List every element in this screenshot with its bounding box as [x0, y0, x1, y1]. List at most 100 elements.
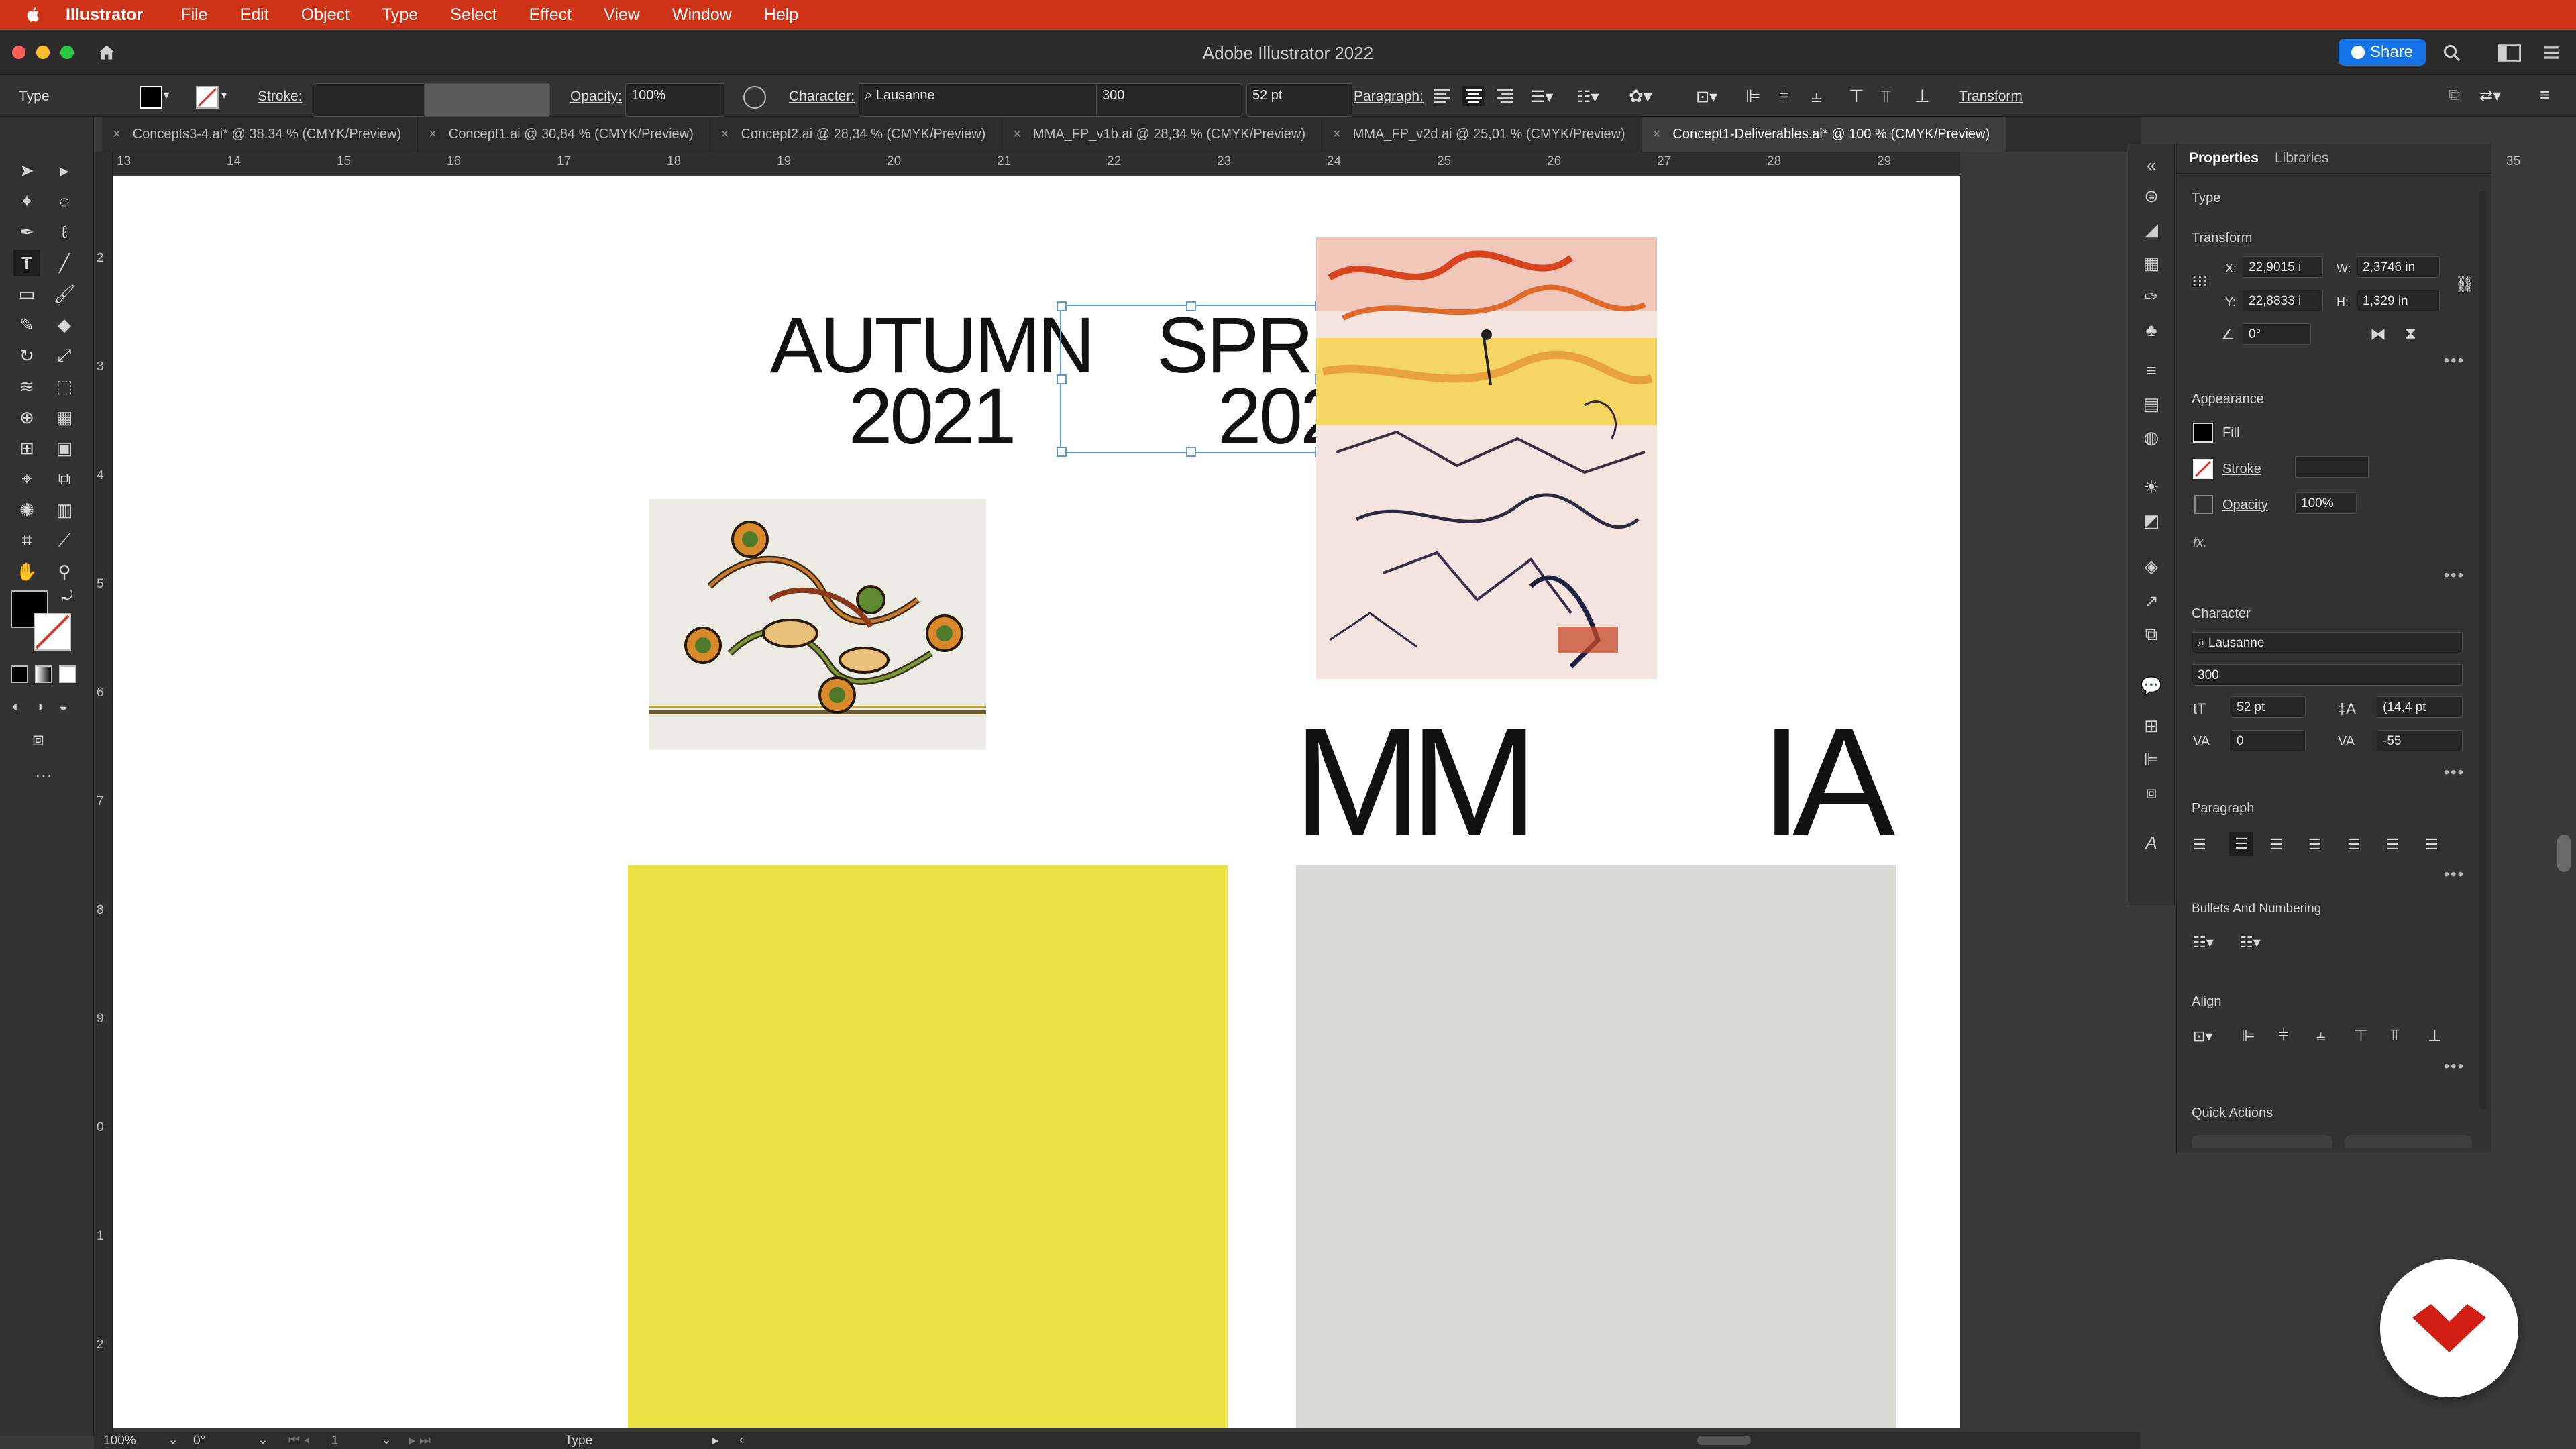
align-center-icon[interactable]	[1462, 86, 1485, 106]
rotation-dropdown-icon[interactable]: ⌄	[258, 1432, 268, 1448]
tab-libraries[interactable]: Libraries	[2275, 150, 2329, 166]
reference-point-icon[interactable]: ⁝⁝⁝	[2192, 271, 2208, 292]
align-left-edges-icon[interactable]: ⊫	[2241, 1026, 2255, 1046]
arrange-icon[interactable]: ⇄▾	[2479, 86, 2501, 105]
paragraph-more-icon[interactable]: •••	[2444, 865, 2465, 884]
recolor-icon[interactable]	[743, 86, 766, 109]
align-horizontal-centers-icon[interactable]: ⫩	[2279, 1026, 2288, 1045]
blend-tool-icon[interactable]: ⧉	[51, 466, 78, 492]
control-paragraph-label[interactable]: Paragraph:	[1354, 89, 1424, 105]
justify-all-icon[interactable]: ☰	[2425, 836, 2438, 853]
eraser-tool-icon[interactable]: ◆	[51, 311, 78, 338]
gradient-panel-icon[interactable]: ▤	[2139, 392, 2163, 416]
brushes-panel-icon[interactable]: ◢	[2139, 217, 2163, 241]
comments-panel-icon[interactable]: 💬	[2139, 674, 2163, 698]
menu-view[interactable]: View	[604, 5, 640, 25]
control-stroke-label[interactable]: Stroke:	[258, 89, 303, 105]
properties-scrollbar[interactable]	[2479, 191, 2486, 1110]
bullets-list-icon[interactable]: ☷▾	[2193, 934, 2214, 951]
zoom-tool-icon[interactable]: ⚲	[51, 558, 78, 585]
opacity-label[interactable]: Opacity	[2222, 498, 2268, 513]
font-family-field[interactable]: ⌕ Lausanne	[859, 83, 1099, 117]
character-font-weight-field[interactable]: 300	[2192, 664, 2463, 686]
selection-handle[interactable]	[1057, 374, 1067, 384]
layers-panel-icon[interactable]: ◈	[2139, 554, 2163, 578]
direct-selection-tool-icon[interactable]: ▸	[51, 157, 78, 184]
tab-properties[interactable]: Properties	[2189, 150, 2259, 166]
vertical-scrollbar-thumb[interactable]	[2557, 835, 2571, 872]
graphic-styles-panel-icon[interactable]: ◩	[2139, 508, 2163, 533]
gradient-tool-icon[interactable]: ▣	[51, 435, 78, 462]
column-graph-tool-icon[interactable]: ▥	[51, 496, 78, 523]
selection-handle[interactable]	[1057, 301, 1067, 311]
opacity-field[interactable]: 100%	[625, 83, 724, 117]
stroke-color-swatch[interactable]	[34, 613, 71, 651]
selection-handle[interactable]	[1057, 447, 1067, 457]
isolate-icon[interactable]: ⧉	[2449, 86, 2460, 105]
gray-color-block[interactable]	[1296, 865, 1896, 1428]
quick-action-button[interactable]	[2345, 1135, 2472, 1148]
constrain-proportions-icon[interactable]: ⛓	[2455, 275, 2475, 294]
line-tool-icon[interactable]: ╱	[51, 250, 78, 276]
swap-colors-icon[interactable]: ⤾	[62, 589, 73, 604]
control-opacity-label[interactable]: Opacity:	[570, 89, 622, 105]
menu-help[interactable]: Help	[764, 5, 798, 25]
menu-window[interactable]: Window	[672, 5, 732, 25]
align-to-selection-icon[interactable]: ⊡▾	[2193, 1028, 2212, 1045]
align-panel-icon[interactable]: ⊫	[2139, 747, 2163, 771]
status-menu-icon[interactable]: ▸	[712, 1433, 719, 1448]
free-transform-tool-icon[interactable]: ⬚	[51, 373, 78, 400]
align-objects-top-icon[interactable]: ⊤	[1849, 86, 1864, 107]
artboard-tool-icon[interactable]: ⌗	[13, 527, 40, 554]
rotate-angle-field[interactable]: 0°	[2243, 323, 2311, 345]
font-weight-field[interactable]: 300	[1096, 83, 1242, 117]
magic-wand-tool-icon[interactable]: ✦	[13, 188, 40, 215]
menu-object[interactable]: Object	[301, 5, 350, 25]
color-mode-icon[interactable]	[11, 665, 28, 683]
stroke-panel-icon[interactable]: ⊜	[2139, 184, 2163, 208]
variable-width-profile[interactable]	[424, 83, 550, 117]
shaper-tool-icon[interactable]: ✎	[13, 311, 40, 338]
rectangle-tool-icon[interactable]: ▭	[13, 280, 40, 307]
document-tab[interactable]: × Concept2.ai @ 28,34 % (CMYK/Preview)	[710, 117, 1003, 152]
character-styles-panel-icon[interactable]: A	[2139, 830, 2163, 855]
perspective-grid-tool-icon[interactable]: ▦	[51, 404, 78, 431]
artwork-image-drawing[interactable]	[1316, 237, 1657, 679]
document-tab[interactable]: × MMA_FP_v2d.ai @ 25,01 % (CMYK/Preview)	[1322, 117, 1642, 152]
justify-right-icon[interactable]: ☰	[2386, 836, 2400, 853]
artboard-nav-next-last-icon[interactable]: ▸ ⏭	[409, 1433, 431, 1448]
app-name[interactable]: Illustrator	[66, 5, 143, 25]
panel-options-icon[interactable]	[2542, 44, 2560, 62]
flip-vertical-icon[interactable]: ⧗	[2405, 325, 2416, 343]
eyedropper-tool-icon[interactable]: ⌖	[13, 466, 40, 492]
control-menu-icon[interactable]: ≡	[2540, 85, 2550, 105]
x-field[interactable]: 22,9015 i	[2243, 256, 2323, 278]
logo-text-mm[interactable]: MM	[1293, 705, 1662, 859]
paragraph-align-center-icon[interactable]: ☰	[2229, 832, 2253, 856]
paragraph-align-right-icon[interactable]: ☰	[2269, 836, 2283, 853]
zoom-level[interactable]: 100%	[103, 1434, 136, 1448]
none-mode-icon[interactable]	[59, 665, 76, 683]
close-tab-icon[interactable]: ×	[113, 127, 121, 142]
zoom-dropdown-icon[interactable]: ⌄	[168, 1432, 178, 1448]
tracking-field[interactable]: -55	[2377, 730, 2463, 751]
gradient-mode-icon[interactable]	[35, 665, 52, 683]
y-field[interactable]: 22,8833 i	[2243, 290, 2323, 311]
flip-horizontal-icon[interactable]: ⧓	[2370, 325, 2386, 344]
selection-handle[interactable]	[1186, 301, 1196, 311]
align-objects-vcenter-icon[interactable]: ⫪	[1881, 86, 1891, 107]
stroke-label[interactable]: Stroke	[2222, 462, 2261, 477]
h-field[interactable]: 1,329 in	[2357, 290, 2440, 311]
artboard-dropdown-icon[interactable]: ⌄	[381, 1432, 392, 1448]
swatches-panel-icon[interactable]: ▦	[2139, 251, 2163, 275]
stroke-dropdown-icon[interactable]: ▾	[221, 89, 227, 102]
document-tab[interactable]: × MMA_FP_v1b.ai @ 28,34 % (CMYK/Preview)	[1002, 117, 1323, 152]
artboards-panel-icon[interactable]: ⧉	[2139, 623, 2163, 647]
transform-panel-icon[interactable]: ⊞	[2139, 714, 2163, 738]
horizontal-scrollbar-thumb[interactable]	[1697, 1436, 1751, 1445]
draw-behind-icon[interactable]: ◑	[35, 698, 44, 715]
paragraph-align-left-icon[interactable]: ☰	[2193, 836, 2206, 853]
workspace-icon[interactable]	[2498, 44, 2521, 62]
artboard-number[interactable]: 1	[331, 1434, 339, 1448]
align-top-edges-icon[interactable]: ⊤	[2354, 1026, 2368, 1046]
